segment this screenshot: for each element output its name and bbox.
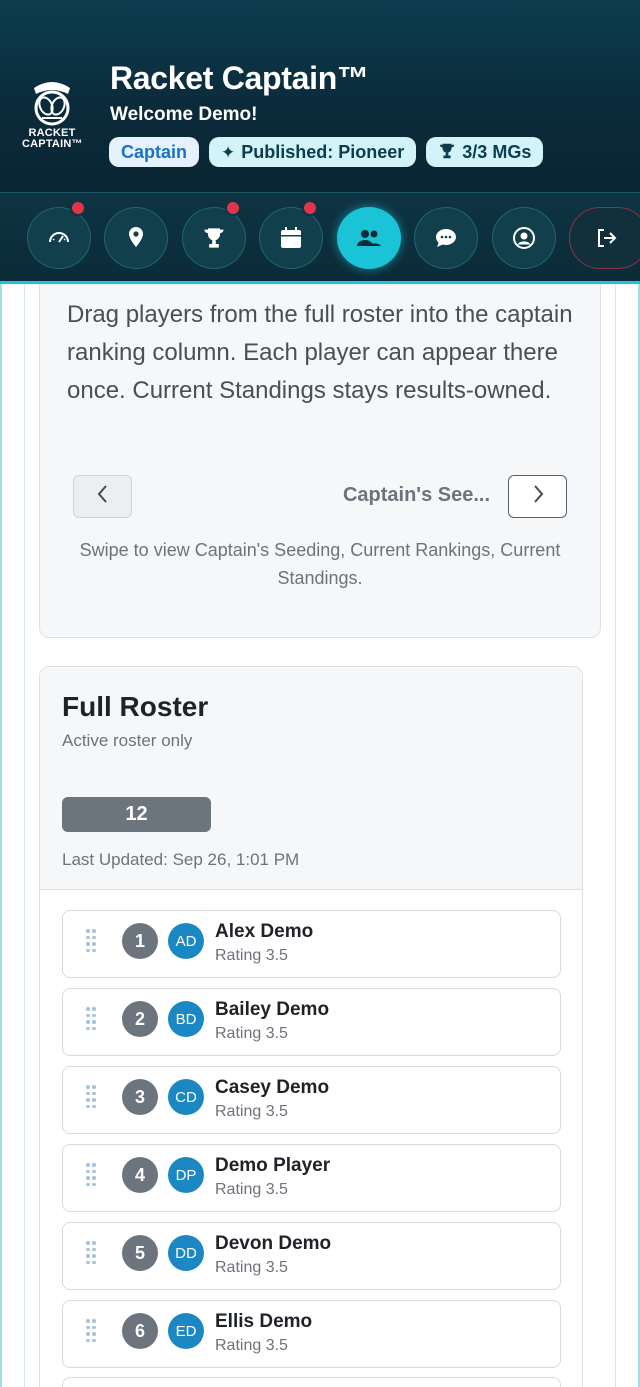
app-header: RACKET CAPTAIN™ Racket Captain™ Welcome … (0, 0, 640, 192)
carousel-current-label: Captain's See... (342, 484, 490, 506)
rank-badge: 4 (122, 1157, 158, 1193)
rank-badge: 5 (122, 1235, 158, 1271)
calendar-icon (279, 226, 303, 250)
roster-users-icon (356, 228, 382, 248)
drag-handle-icon[interactable] (86, 1319, 98, 1345)
player-rating: Rating 3.5 (215, 1181, 288, 1198)
player-name: Bailey Demo (215, 999, 330, 1020)
avatar: CD (168, 1079, 204, 1115)
match-groups-badge: 3/3 MGs (426, 137, 544, 167)
nav-calendar-button[interactable] (259, 200, 323, 269)
player-rating: Rating 3.5 (215, 1103, 288, 1120)
roster-title: Full Roster (62, 691, 209, 722)
main-nav (0, 192, 640, 284)
nav-locations-button[interactable] (104, 207, 168, 269)
notification-dot (225, 200, 241, 216)
player-name: Devon Demo (215, 1233, 332, 1254)
published-badge: ✦ Published: Pioneer (209, 137, 417, 167)
last-updated: Last Updated: Sep 26, 1:01 PM (62, 850, 300, 869)
player-rating: Rating 3.5 (215, 1259, 288, 1276)
list-item[interactable]: 4 DP Demo Player Rating 3.5 (62, 1144, 561, 1212)
avatar: DP (168, 1157, 204, 1193)
list-item[interactable] (62, 1377, 561, 1387)
rank-badge: 2 (122, 1001, 158, 1037)
list-item[interactable]: 3 CD Casey Demo Rating 3.5 (62, 1066, 561, 1134)
drag-handle-icon[interactable] (86, 1241, 98, 1267)
nav-messages-button[interactable] (414, 207, 478, 269)
match-groups-badge-label: 3/3 MGs (462, 141, 532, 162)
chat-icon (434, 226, 458, 250)
nav-roster-button[interactable] (337, 207, 401, 269)
roster-header: Full Roster Active roster only 12 Last U… (40, 667, 582, 890)
nav-dashboard-button[interactable] (27, 200, 91, 269)
avatar: AD (168, 923, 204, 959)
chevron-left-icon (96, 484, 110, 509)
dashboard-icon (47, 226, 71, 250)
player-rating: Rating 3.5 (215, 1025, 288, 1042)
list-item[interactable]: 2 BD Bailey Demo Rating 3.5 (62, 988, 561, 1056)
app-title: Racket Captain™ (110, 60, 369, 96)
drag-handle-icon[interactable] (86, 1007, 98, 1033)
list-item[interactable]: 1 AD Alex Demo Rating 3.5 (62, 910, 561, 978)
welcome-message: Welcome Demo! (110, 104, 258, 125)
published-badge-label: Published: Pioneer (241, 141, 405, 162)
seeding-instructions: Drag players from the full roster into t… (67, 301, 573, 404)
role-badge: Captain (109, 137, 200, 167)
nav-profile-button[interactable] (492, 207, 556, 269)
logout-icon (594, 226, 618, 250)
list-item[interactable]: 5 DD Devon Demo Rating 3.5 (62, 1222, 561, 1290)
nav-logout-button[interactable] (569, 207, 640, 269)
drag-handle-icon[interactable] (86, 1163, 98, 1189)
trophy-icon (202, 226, 226, 250)
nav-matches-button[interactable] (182, 200, 246, 269)
avatar: BD (168, 1001, 204, 1037)
avatar: DD (168, 1235, 204, 1271)
player-rating: Rating 3.5 (215, 947, 288, 964)
notification-dot (302, 200, 318, 216)
location-pin-icon (125, 226, 147, 250)
full-roster-card: Full Roster Active roster only 12 Last U… (39, 666, 583, 1387)
sparkle-icon: ✦ (221, 142, 236, 162)
avatar: ED (168, 1313, 204, 1349)
drag-handle-icon[interactable] (86, 1085, 98, 1111)
rank-badge: 1 (122, 923, 158, 959)
player-name: Demo Player (215, 1155, 331, 1176)
chevron-right-icon (531, 484, 545, 509)
player-rating: Rating 3.5 (215, 1337, 288, 1354)
carousel-prev-button[interactable] (73, 475, 132, 518)
player-name: Ellis Demo (215, 1311, 313, 1332)
profile-icon (512, 226, 536, 250)
player-name: Alex Demo (215, 921, 314, 942)
list-item[interactable]: 6 ED Ellis Demo Rating 3.5 (62, 1300, 561, 1368)
notification-dot (70, 200, 86, 216)
roster-subtitle: Active roster only (62, 731, 193, 750)
carousel-next-button[interactable] (508, 475, 567, 518)
logo-wordmark: RACKET CAPTAIN™ (22, 127, 83, 150)
header-badges: Captain ✦ Published: Pioneer 3/3 MGs (109, 137, 544, 167)
trophy-icon (438, 142, 456, 163)
roster-count-badge: 12 (62, 797, 211, 832)
rank-badge: 6 (122, 1313, 158, 1349)
rank-badge: 3 (122, 1079, 158, 1115)
swipe-hint: Swipe to view Captain's Seeding, Current… (79, 540, 561, 588)
viewport-edge (0, 284, 2, 1387)
role-badge-label: Captain (121, 141, 188, 162)
player-name: Casey Demo (215, 1077, 330, 1098)
drag-handle-icon[interactable] (86, 929, 98, 955)
